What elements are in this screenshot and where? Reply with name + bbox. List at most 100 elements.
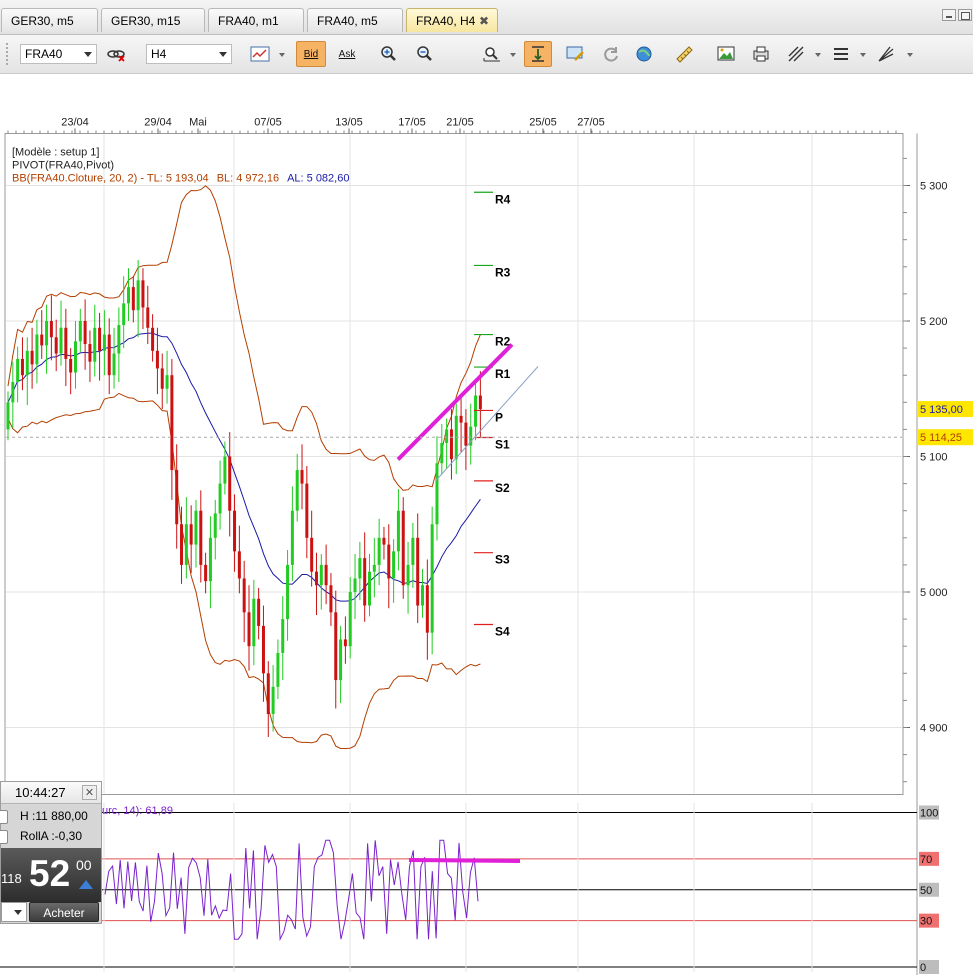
drawing-tools-icon[interactable] (782, 41, 810, 67)
candle-body (112, 353, 116, 376)
zoom-in-icon[interactable] (374, 41, 402, 67)
chevron-down-icon[interactable] (860, 53, 866, 57)
roll-value: RollA :-0,30 (20, 829, 83, 843)
tab-label: FRA40, m5 (317, 14, 378, 28)
maximize-button[interactable] (958, 9, 972, 21)
tab-label: FRA40, H4 (416, 14, 476, 28)
checkbox-roll[interactable] (0, 830, 8, 844)
rsi-chart[interactable]: 100 70 50 30 0 urc, 14): 61,89 (0, 800, 973, 975)
candle-body (281, 619, 285, 653)
price-display[interactable]: 118 52 00 (1, 848, 101, 902)
rsi-axis-label: 0 (920, 962, 926, 974)
candle-body (421, 585, 425, 606)
candle-body (93, 327, 97, 362)
chevron-down-icon[interactable] (907, 53, 913, 57)
candle-body (329, 585, 333, 613)
candle-body (310, 537, 314, 572)
candle-body (208, 537, 212, 582)
close-icon[interactable]: ✕ (82, 785, 97, 800)
refresh-icon[interactable] (597, 41, 625, 67)
bid-button[interactable]: Bid (296, 41, 326, 67)
candle-body (54, 337, 58, 354)
candle-body (146, 307, 150, 328)
tab-close-icon[interactable]: ✖ (479, 9, 489, 33)
tab-ger30-m5[interactable]: GER30, m5 (1, 8, 98, 32)
chevron-down-icon[interactable] (510, 53, 516, 57)
candle-body (6, 402, 10, 430)
candle-body (392, 551, 396, 579)
candle-body (180, 524, 184, 565)
candle-body (117, 325, 121, 354)
candle-body (430, 524, 434, 633)
candle-body (353, 578, 357, 592)
link-icon[interactable] (103, 41, 129, 67)
candle-body (401, 510, 405, 586)
candle-body (319, 564, 323, 586)
candle-body (358, 558, 362, 579)
candle-body (175, 470, 179, 525)
tab-fra40-m5[interactable]: FRA40, m5 (307, 8, 403, 32)
top-date-label: 29/04 (144, 117, 172, 129)
chevron-down-icon[interactable] (815, 53, 821, 57)
legend-template: [Modèle : setup 1] (12, 147, 99, 159)
candle-body (189, 524, 193, 545)
checkbox-high[interactable] (0, 810, 8, 824)
top-date-label: 25/05 (529, 117, 557, 129)
price-decimals: 00 (76, 857, 92, 873)
autoscroll-button[interactable] (524, 41, 552, 67)
timeframe-select[interactable]: H4 (146, 44, 232, 64)
image-icon[interactable] (712, 41, 740, 67)
top-date-label: 17/05 (398, 117, 426, 129)
ruler-icon[interactable] (670, 41, 698, 67)
fan-tool-icon[interactable] (872, 41, 900, 67)
screen-pencil-icon[interactable] (561, 41, 589, 67)
legend-bb-prefix: BB(FRA40.Cloture, 20, 2) - (12, 173, 147, 185)
symbol-select[interactable]: FRA40 (20, 44, 97, 64)
candle-body (300, 470, 304, 484)
tab-fra40-m1[interactable]: FRA40, m1 (208, 8, 304, 32)
candle-body (213, 513, 217, 538)
chart-type-icon[interactable] (246, 41, 274, 67)
quantity-select[interactable] (1, 902, 27, 922)
zoom-out-icon[interactable] (410, 41, 438, 67)
candle-body (425, 585, 429, 633)
price-axis-label: 5 200 (920, 316, 948, 328)
candle-body (122, 303, 126, 326)
candle-body (334, 612, 338, 681)
pivot-label: S1 (495, 438, 510, 452)
candle-body (40, 334, 44, 346)
candle-body (49, 321, 53, 338)
indicators-icon[interactable] (827, 41, 855, 67)
candle-body (88, 344, 92, 362)
chevron-down-icon (84, 52, 92, 57)
minimize-button[interactable] (942, 9, 956, 21)
legend-bollinger: BB(FRA40.Cloture, 20, 2) - TL: 5 193,04 B… (12, 173, 349, 185)
candle-body (160, 368, 164, 389)
candle-body (204, 564, 208, 582)
tab-ger30-m15[interactable]: GER30, m15 (101, 8, 205, 32)
candle-body (237, 551, 241, 579)
candle-body (252, 598, 256, 647)
price-axis-label: 5 300 (920, 181, 948, 193)
zoom-fit-icon[interactable] (478, 41, 506, 67)
chart-toolbar: FRA40 H4 Bid Ask (0, 35, 973, 74)
rsi-legend: urc, 14): 61,89 (102, 805, 173, 817)
trade-widget: 10:44:27 ✕ H :11 880,00 RollA :-0,30 118… (0, 781, 102, 924)
chevron-down-icon[interactable] (279, 53, 285, 57)
pivot-label: R1 (495, 367, 511, 381)
print-icon[interactable] (747, 41, 775, 67)
price-chart[interactable]: 23/04 29/04 Mai 07/05 13/05 17/05 21/05 25/05 27… (0, 73, 973, 873)
candle-body (459, 415, 463, 423)
buy-button[interactable]: Acheter (29, 902, 99, 922)
candle-body (305, 483, 309, 538)
tab-label: FRA40, m1 (218, 14, 279, 28)
candle-body (78, 321, 82, 342)
rsi-axis-label: 50 (920, 885, 932, 897)
price-axis-label: 5 000 (920, 587, 948, 599)
top-date-label: 27/05 (577, 117, 605, 129)
globe-icon[interactable] (630, 41, 658, 67)
ask-button[interactable]: Ask (332, 41, 362, 67)
tab-fra40-h4[interactable]: FRA40, H4 ✖ (406, 8, 498, 32)
candle-body (464, 422, 468, 446)
candle-body (411, 537, 415, 565)
